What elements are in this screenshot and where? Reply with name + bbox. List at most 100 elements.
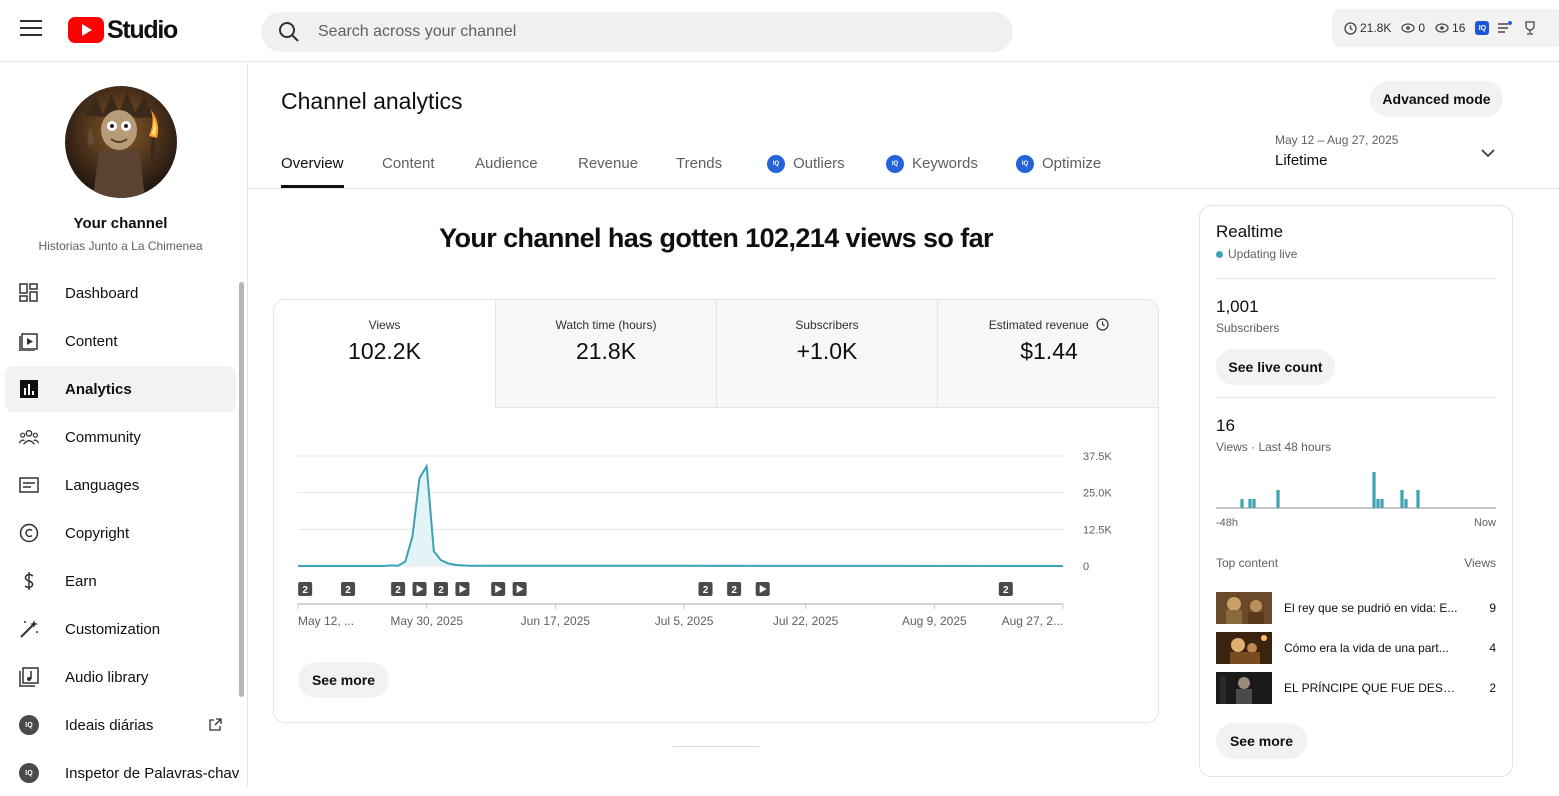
- realtime-bar[interactable]: [1380, 499, 1384, 508]
- x-tick-label: Jun 17, 2025: [521, 614, 591, 628]
- realtime-bar[interactable]: [1252, 499, 1256, 508]
- tab-trends[interactable]: Trends: [676, 146, 722, 188]
- sidebar-item-label: Earn: [65, 572, 97, 590]
- x-tick-label: Aug 27, 2...: [1002, 614, 1063, 628]
- studio-logo[interactable]: Studio: [68, 15, 178, 45]
- metric-watch-time[interactable]: Watch time (hours) 21.8K: [495, 300, 716, 408]
- sidebar-item-copyright[interactable]: Copyright: [5, 510, 236, 556]
- sidebar-item-ideais-diarias[interactable]: IQ Ideais diárias: [5, 702, 236, 748]
- analytics-tabs: Overview Content Audience Revenue Trends…: [281, 146, 1181, 188]
- copyright-icon: [19, 523, 39, 543]
- metric-views[interactable]: Views 102.2K: [274, 300, 495, 408]
- tab-content[interactable]: Content: [382, 146, 435, 188]
- sidebar-item-label: Copyright: [65, 524, 130, 542]
- ext-stat-watch: 21.8K: [1344, 21, 1391, 35]
- metric-value: +1.0K: [796, 338, 858, 364]
- customization-icon: [19, 619, 39, 639]
- period-select[interactable]: Lifetime: [1275, 152, 1328, 169]
- tab-label: Content: [382, 155, 435, 172]
- realtime-bar[interactable]: [1404, 499, 1408, 508]
- vidiq-icon[interactable]: IQ: [1475, 21, 1490, 35]
- realtime-title: Realtime: [1216, 222, 1284, 241]
- tab-audience[interactable]: Audience: [475, 146, 538, 188]
- eye-icon: [1435, 23, 1449, 33]
- date-range[interactable]: May 12 – Aug 27, 2025: [1275, 133, 1398, 147]
- realtime-bar[interactable]: [1372, 472, 1376, 508]
- search-bar[interactable]: [261, 12, 1013, 52]
- realtime-see-more-button[interactable]: See more: [1216, 723, 1307, 759]
- views-chart: 37.5K 25.0K 12.5K 0 2 2 2 2 2 2 2 May 12, ... May 30…: [297, 451, 1112, 628]
- sidebar: Your channel Historias Junto a La Chimen…: [0, 63, 248, 787]
- metric-label: Watch time (hours): [555, 318, 657, 332]
- top-content-row[interactable]: El rey que se pudrió en vida: E... 9: [1216, 592, 1496, 624]
- metric-revenue[interactable]: Estimated revenue $1.44: [937, 300, 1158, 408]
- y-tick-label: 37.5K: [1083, 451, 1112, 463]
- top-content-row[interactable]: EL PRÍNCIPE QUE FUE DESOL... 2: [1216, 672, 1496, 704]
- sidebar-item-customization[interactable]: Customization: [5, 606, 236, 652]
- live-dot-icon: [1216, 250, 1223, 258]
- realtime-bar[interactable]: [1276, 490, 1280, 508]
- metric-label: Views: [368, 318, 401, 332]
- see-live-count-button[interactable]: See live count: [1216, 349, 1335, 385]
- sidebar-item-earn[interactable]: Earn: [5, 558, 236, 604]
- realtime-bar[interactable]: [1416, 490, 1420, 508]
- sidebar-item-label: Audio library: [65, 668, 149, 686]
- metric-subscribers[interactable]: Subscribers +1.0K: [716, 300, 937, 408]
- x-tick-label: Jul 5, 2025: [655, 614, 714, 628]
- sidebar-item-label: Analytics: [65, 380, 132, 398]
- top-content-views: 9: [1489, 601, 1496, 615]
- video-thumbnail: [1216, 592, 1272, 624]
- clock-icon: [1096, 318, 1109, 331]
- list-icon[interactable]: [1497, 21, 1513, 35]
- tab-revenue[interactable]: Revenue: [578, 146, 638, 188]
- sidebar-item-label: Ideais diárias: [65, 716, 154, 734]
- marker-count: 2: [1003, 585, 1009, 596]
- marker-count: 2: [438, 585, 444, 596]
- tab-overview[interactable]: Overview: [281, 146, 344, 188]
- channel-avatar[interactable]: [65, 86, 177, 198]
- sidebar-item-audio-library[interactable]: Audio library: [5, 654, 236, 700]
- y-tick-label: 25.0K: [1083, 488, 1112, 500]
- sidebar-item-languages[interactable]: Languages: [5, 462, 236, 508]
- realtime-bar-chart: [1216, 472, 1496, 509]
- advanced-mode-button[interactable]: Advanced mode: [1370, 81, 1503, 117]
- top-content-title: EL PRÍNCIPE QUE FUE DESOL...: [1284, 681, 1462, 695]
- chevron-down-icon[interactable]: [1480, 146, 1496, 160]
- views-48h-count: 16: [1216, 416, 1235, 435]
- subscriber-label: Subscribers: [1216, 321, 1280, 335]
- realtime-bar[interactable]: [1248, 499, 1252, 508]
- sidebar-item-analytics[interactable]: Analytics: [5, 366, 236, 412]
- realtime-bar[interactable]: [1400, 490, 1404, 508]
- search-input[interactable]: [318, 23, 918, 41]
- video-thumbnail: [1216, 632, 1272, 664]
- top-bar: Studio 21.8K 0 16 IQ: [0, 0, 1559, 62]
- sidebar-item-content[interactable]: Content: [5, 318, 236, 364]
- realtime-bar[interactable]: [1240, 499, 1244, 508]
- tab-label: Optimize: [1042, 155, 1102, 172]
- views-area: [298, 466, 1063, 566]
- menu-icon[interactable]: [20, 20, 42, 36]
- tab-optimize[interactable]: IQ Optimize: [1016, 146, 1101, 188]
- page-title: Channel analytics: [281, 88, 463, 114]
- ext-stat-value: 16: [1452, 21, 1466, 35]
- see-more-button[interactable]: See more: [298, 662, 389, 698]
- trophy-icon[interactable]: [1523, 21, 1537, 35]
- top-content-row[interactable]: Cómo era la vida de una part... 4: [1216, 632, 1496, 664]
- sidebar-item-community[interactable]: Community: [5, 414, 236, 460]
- sidebar-scrollbar[interactable]: [239, 282, 244, 697]
- vidiq-badge-icon: IQ: [1016, 155, 1034, 173]
- extension-bar: 21.8K 0 16 IQ: [1332, 9, 1559, 47]
- status-text: Updating live: [1228, 247, 1298, 261]
- content-icon: [19, 331, 39, 351]
- top-views-label: Views: [1464, 556, 1496, 570]
- sidebar-item-label: Customization: [65, 620, 161, 638]
- sidebar-item-label: Dashboard: [65, 284, 139, 302]
- tab-outliers[interactable]: IQ Outliers: [767, 146, 845, 188]
- realtime-bar[interactable]: [1376, 499, 1380, 508]
- video-thumbnail: [1216, 672, 1272, 704]
- vidiq-badge-icon: IQ: [886, 155, 904, 173]
- sidebar-item-inspetor[interactable]: IQ Inspetor de Palavras-chav: [5, 750, 239, 796]
- x-tick-label: May 12, ...: [298, 614, 354, 628]
- tab-keywords[interactable]: IQ Keywords: [886, 146, 978, 188]
- sidebar-item-dashboard[interactable]: Dashboard: [5, 270, 236, 316]
